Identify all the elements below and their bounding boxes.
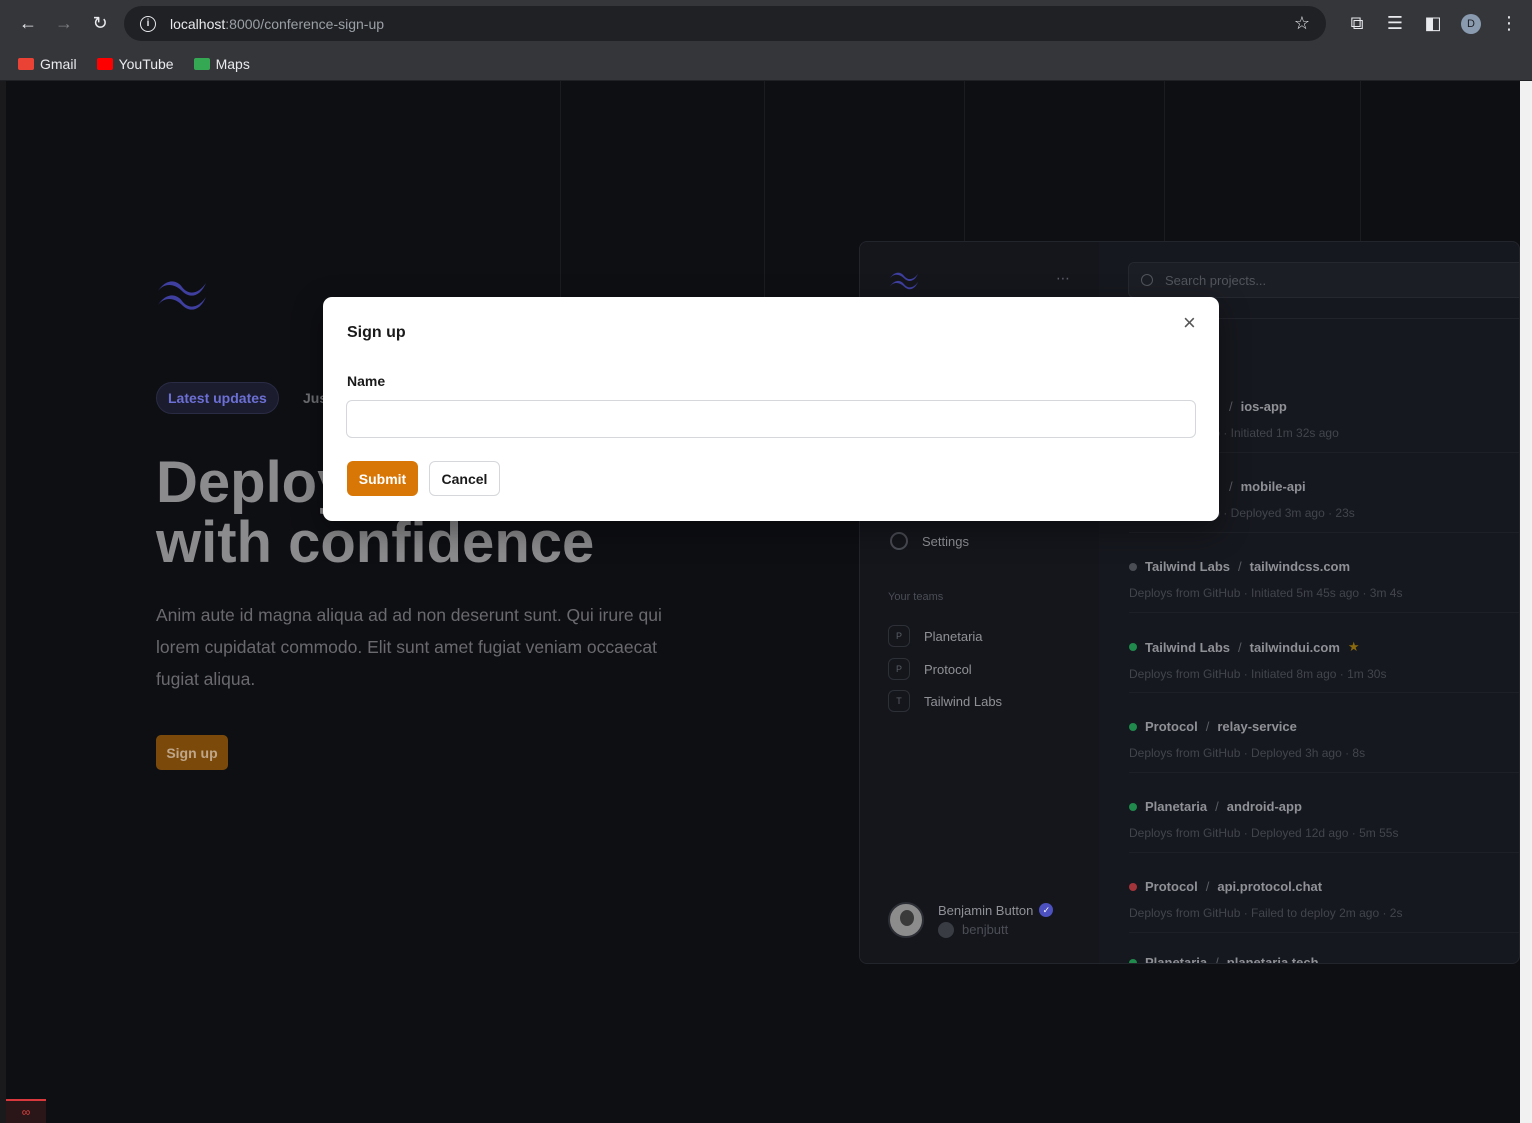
bookmark-youtube[interactable]: YouTube [96, 56, 174, 72]
name-field[interactable] [346, 400, 1196, 438]
back-icon[interactable]: ← [10, 5, 46, 41]
extensions-icon[interactable]: ⧉ [1342, 6, 1372, 42]
page: Latest updates Jus Deploy with confidenc… [0, 81, 1532, 1123]
status-dot [1129, 722, 1137, 731]
sidebar-item-settings[interactable]: Settings [890, 532, 969, 550]
tailwind-logo-icon [158, 281, 206, 310]
latest-updates-badge[interactable]: Latest updates [156, 382, 279, 414]
url-text[interactable]: localhost:8000/conference-sign-up [170, 16, 384, 32]
avatar [888, 902, 924, 938]
bookmark-maps[interactable]: Maps [193, 56, 250, 72]
deployment-row[interactable]: Planetaria / android-app Deploys from GitH… [1129, 799, 1519, 853]
laravel-debug-icon[interactable]: ∞ [6, 1099, 46, 1123]
search-projects[interactable]: Search projects... [1128, 262, 1519, 298]
submit-button[interactable]: Submit [347, 461, 418, 496]
browser-toolbar: ← → ↻ i localhost:8000/conference-sign-u… [0, 0, 1532, 47]
side-panel-icon[interactable]: ◧ [1418, 6, 1448, 42]
deployment-row[interactable]: Protocol / api.protocol.chat Deploys from … [1129, 879, 1519, 933]
deployment-row[interactable]: Planetaria / planetaria.tech [1129, 955, 1519, 963]
cancel-button[interactable]: Cancel [429, 461, 500, 496]
user-profile[interactable]: Benjamin Button ✓ benjbutt [888, 902, 1054, 938]
media-icon[interactable]: ☰ [1380, 6, 1410, 42]
browser-actions: ⧉ ☰ ◧ D ⋮ [1342, 0, 1532, 47]
bookmarks-bar: Gmail YouTube Maps [0, 47, 1532, 81]
status-dot [1129, 958, 1137, 963]
left-edge [0, 81, 6, 1123]
favorite-star-icon[interactable]: ★ [1348, 639, 1360, 655]
deployment-row[interactable]: Protocol / relay-service Deploys from GitH… [1129, 719, 1519, 773]
search-icon [1141, 274, 1153, 286]
hero-description: Anim aute id magna aliqua ad ad non dese… [156, 605, 662, 689]
gear-icon [890, 532, 908, 550]
deployment-row[interactable]: Tailwind Labs / tailwindcss.com Deploys fr… [1129, 559, 1519, 613]
hero-signup-button[interactable]: Sign up [156, 735, 228, 770]
status-dot [1129, 643, 1137, 651]
profile-avatar[interactable]: D [1456, 6, 1486, 42]
close-icon[interactable]: × [1183, 312, 1199, 334]
address-bar[interactable]: i localhost:8000/conference-sign-up ☆ [124, 6, 1326, 41]
modal-title: Sign up [347, 324, 406, 341]
gmail-icon [18, 57, 34, 70]
forward-icon[interactable]: → [46, 5, 82, 41]
deployment-row[interactable]: Tailwind Labs / tailwindui.com ★ Deploys fr… [1129, 639, 1519, 693]
team-planetaria[interactable]: P Planetaria [888, 625, 983, 647]
more-options-icon[interactable]: ⋯ [1056, 270, 1070, 287]
github-icon [938, 921, 954, 938]
name-label: Name [347, 373, 386, 389]
maps-icon [193, 57, 210, 70]
status-dot [1129, 562, 1137, 571]
youtube-icon [96, 57, 113, 70]
status-dot [1129, 882, 1137, 891]
grid-line [560, 81, 561, 321]
page-scrollbar[interactable] [1520, 81, 1532, 1123]
team-tailwind-labs[interactable]: T Tailwind Labs [888, 690, 1002, 712]
menu-icon[interactable]: ⋮ [1494, 6, 1524, 42]
signup-modal: Sign up × Name Submit Cancel [323, 297, 1219, 521]
verified-icon: ✓ [1039, 903, 1054, 917]
teams-heading: Your teams [888, 591, 944, 603]
bookmark-gmail[interactable]: Gmail [18, 56, 77, 72]
site-info-icon[interactable]: i [140, 15, 156, 32]
grid-line [764, 81, 765, 321]
status-dot [1129, 802, 1137, 811]
app-logo-icon [889, 272, 919, 290]
team-protocol[interactable]: P Protocol [888, 658, 972, 680]
bookmark-star-icon[interactable]: ☆ [1294, 13, 1310, 34]
reload-icon[interactable]: ↻ [82, 5, 118, 41]
